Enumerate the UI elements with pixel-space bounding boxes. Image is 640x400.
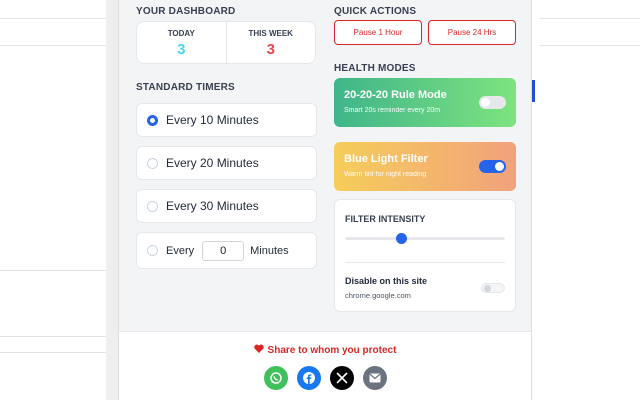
timer-option-label: Every 20 Minutes [166,156,259,170]
site-domain: chrome.google.com [345,291,411,300]
timer-option-custom[interactable]: Every Minutes [136,232,317,269]
timer-option-10[interactable]: Every 10 Minutes [136,103,317,137]
week-stat: THIS WEEK 3 [225,22,316,63]
radio-icon[interactable] [147,200,158,212]
custom-prefix: Every [166,244,195,257]
x-icon[interactable] [330,366,354,390]
slider-handle[interactable] [396,233,407,244]
custom-minutes-input[interactable] [202,240,245,261]
today-label: TODAY [167,29,195,38]
filter-settings-card: FILTER INTENSITY Disable on this site ch… [334,199,516,312]
divider [345,262,505,263]
email-icon[interactable] [363,366,387,390]
intensity-slider[interactable] [345,233,505,244]
timer-option-20[interactable]: Every 20 Minutes [136,146,317,180]
pause-24-hrs-button[interactable]: Pause 24 Hrs [428,20,516,45]
toggle-knob [495,162,504,171]
disable-site-label: Disable on this site [345,276,428,286]
quick-actions-heading: QUICK ACTIONS [334,6,417,17]
background-page-right [532,0,640,400]
dashboard-card: TODAY 3 THIS WEEK 3 [136,21,316,64]
toggle-knob [481,98,490,107]
background-page-left [0,0,118,400]
today-value: 3 [177,41,186,58]
facebook-icon[interactable] [297,366,321,390]
health-modes-heading: HEALTH MODES [334,63,416,74]
disable-site-toggle[interactable] [481,283,505,293]
filter-intensity-label: FILTER INTENSITY [345,214,426,224]
blue-light-toggle[interactable] [479,160,506,173]
week-value: 3 [266,41,275,58]
dashboard-heading: YOUR DASHBOARD [136,6,236,17]
social-buttons [264,366,387,390]
toggle-knob [484,285,491,292]
blue-light-card: Blue Light Filter Warm tint for night re… [334,142,516,191]
timer-option-30[interactable]: Every 30 Minutes [136,189,317,223]
share-footer: Share to whom you protect [119,331,531,400]
timer-option-label: Every 30 Minutes [166,199,259,213]
week-label: THIS WEEK [248,29,293,38]
radio-icon[interactable] [147,245,158,256]
radio-selected-icon[interactable] [147,114,158,126]
timers-heading: STANDARD TIMERS [136,82,235,93]
share-text: Share to whom you protect [267,345,397,356]
pause-1-hour-button[interactable]: Pause 1 Hour [334,20,422,45]
whatsapp-icon[interactable] [264,366,288,390]
custom-suffix: Minutes [250,244,289,257]
timer-option-label: Every 10 Minutes [166,113,259,127]
today-stat: TODAY 3 [137,22,226,63]
rule-mode-toggle[interactable] [479,96,506,109]
extension-popup: YOUR DASHBOARD TODAY 3 THIS WEEK 3 STAND… [118,0,532,400]
radio-icon[interactable] [147,157,158,169]
share-line: Share to whom you protect [119,344,531,356]
rule-mode-card: 20-20-20 Rule Mode Smart 20s reminder ev… [334,78,516,127]
heart-icon [253,344,264,356]
